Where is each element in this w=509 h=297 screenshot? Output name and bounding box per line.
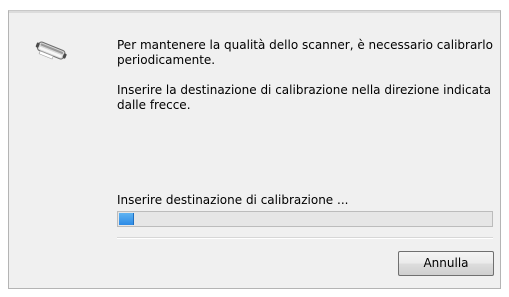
scanner-icon bbox=[31, 37, 71, 65]
cancel-button[interactable]: Annulla bbox=[398, 251, 494, 276]
calibration-dialog: Per mantenere la qualità dello scanner, … bbox=[8, 10, 501, 289]
calibration-instruction: Inserire la destinazione di calibrazione… bbox=[117, 83, 492, 112]
progress-label: Inserire destinazione di calibrazione ..… bbox=[117, 193, 349, 207]
progress-bar bbox=[117, 211, 493, 227]
separator bbox=[117, 237, 493, 239]
progress-bar-fill bbox=[119, 213, 134, 225]
calibration-message: Per mantenere la qualità dello scanner, … bbox=[117, 38, 493, 67]
